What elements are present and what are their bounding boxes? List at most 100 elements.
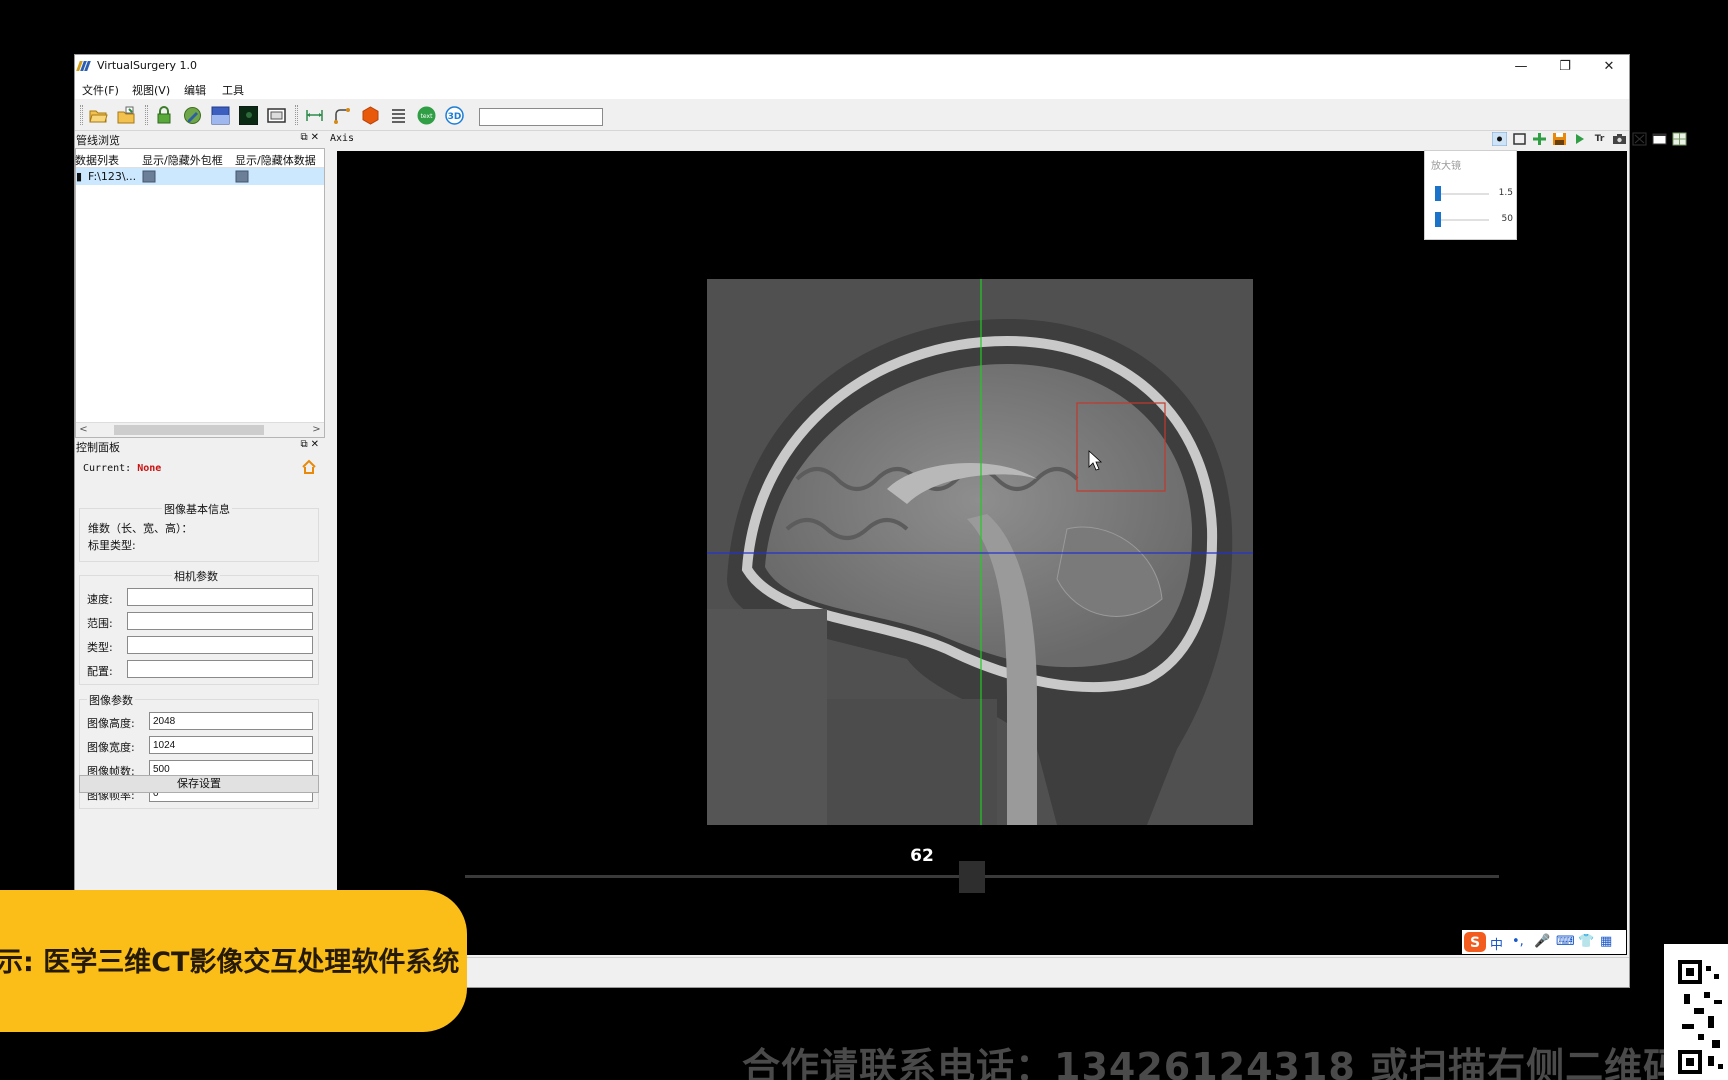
type-field[interactable] bbox=[127, 636, 313, 654]
bbox-toggle-icon[interactable] bbox=[142, 170, 156, 183]
window-icon[interactable] bbox=[1652, 132, 1667, 146]
lock-icon[interactable] bbox=[155, 106, 174, 125]
home-icon[interactable] bbox=[301, 459, 317, 475]
save-settings-button[interactable]: 保存设置 bbox=[79, 775, 319, 793]
caption-banner: 示: 医学三维CT影像交互处理软件系统 bbox=[0, 890, 467, 1032]
slice-slider-handle[interactable] bbox=[958, 861, 985, 893]
camera-icon[interactable] bbox=[1612, 132, 1627, 146]
image-params-title: 图像参数 bbox=[87, 692, 135, 708]
menu-bar: 文件(F) 视图(V) 编辑 工具 bbox=[75, 79, 1629, 99]
scroll-thumb[interactable] bbox=[114, 425, 264, 435]
layers-icon[interactable] bbox=[211, 106, 230, 125]
column-toggle-volume[interactable]: 显示/隐藏体数据 bbox=[235, 152, 316, 168]
mri-slice-image[interactable] bbox=[707, 279, 1253, 825]
skin-icon[interactable]: 👕 bbox=[1578, 934, 1594, 949]
menu-edit[interactable]: 编辑 bbox=[184, 82, 206, 98]
rectangle-icon[interactable] bbox=[1512, 132, 1527, 146]
camera-params-group: 相机参数 速度: 范围: 类型: 配置: bbox=[79, 568, 319, 685]
column-data-list[interactable]: 数据列表 bbox=[75, 152, 119, 168]
app-window: VirtualSurgery 1.0 — ❐ ✕ 文件(F) 视图(V) 编辑 … bbox=[74, 54, 1687, 988]
minimize-button[interactable]: — bbox=[1499, 55, 1543, 79]
image-width-label: 图像宽度: bbox=[87, 741, 135, 754]
point-icon[interactable] bbox=[1492, 132, 1507, 146]
list-icon[interactable] bbox=[389, 106, 408, 125]
menu-file[interactable]: 文件(F) bbox=[82, 82, 119, 98]
zoom-slider-handle[interactable] bbox=[1435, 186, 1441, 201]
3d-icon[interactable]: 3D bbox=[445, 106, 464, 125]
ruler-icon[interactable] bbox=[305, 106, 324, 125]
text-icon[interactable]: Tr bbox=[1592, 132, 1607, 146]
ime-punct[interactable]: •, bbox=[1512, 934, 1524, 949]
fit-icon[interactable] bbox=[1632, 132, 1647, 146]
menu-tools[interactable]: 工具 bbox=[222, 82, 244, 98]
size-slider-handle[interactable] bbox=[1435, 212, 1441, 227]
hexagon-icon[interactable] bbox=[361, 106, 380, 125]
save-icon[interactable] bbox=[1552, 132, 1567, 146]
column-toggle-bbox[interactable]: 显示/隐藏外包框 bbox=[142, 152, 223, 168]
volume-toggle-icon[interactable] bbox=[235, 170, 249, 183]
pipeline-panel-title: 管线浏览 bbox=[76, 134, 120, 147]
pipeline-panel-header: 管线浏览 ⧉✕ bbox=[75, 131, 325, 148]
ime-lang[interactable]: 中 bbox=[1490, 934, 1503, 953]
dark-screen-icon[interactable] bbox=[239, 106, 258, 125]
svg-text:S: S bbox=[1470, 935, 1480, 951]
toolbar-grip[interactable] bbox=[80, 105, 83, 125]
control-panel: Current: None 图像基本信息 维数（长、宽、高）： 标里类型: 相机… bbox=[75, 455, 325, 910]
microphone-icon[interactable]: 🎤 bbox=[1534, 934, 1550, 949]
menu-view[interactable]: 视图(V) bbox=[132, 82, 170, 98]
contact-watermark: 合作请联系电话：13426124318 或扫描右侧二维码 bbox=[742, 1045, 1683, 1080]
tree-row[interactable]: ▮ F:\123\... bbox=[76, 168, 324, 185]
tree-header: 数据列表 显示/隐藏外包框 显示/隐藏体数据 bbox=[75, 149, 324, 168]
scalar-type-label: 标里类型: bbox=[88, 539, 136, 552]
frame-icon[interactable] bbox=[267, 106, 286, 125]
cropped-region bbox=[707, 609, 827, 825]
qr-code-icon bbox=[1664, 944, 1728, 1080]
range-field[interactable] bbox=[127, 612, 313, 630]
app-logo-icon bbox=[76, 61, 91, 71]
status-bar bbox=[329, 957, 1629, 987]
crosshair-add-icon[interactable] bbox=[1532, 132, 1547, 146]
scroll-right-icon[interactable]: > bbox=[309, 423, 324, 437]
zoom-slider-track[interactable] bbox=[1437, 193, 1489, 195]
magnifier-panel: 放大镜 1.5 50 bbox=[1424, 150, 1517, 240]
play-icon[interactable] bbox=[1572, 132, 1587, 146]
grid-icon[interactable] bbox=[1672, 132, 1687, 146]
close-button[interactable]: ✕ bbox=[1587, 55, 1631, 79]
text-badge-label: text bbox=[421, 113, 433, 120]
pencil-icon[interactable] bbox=[183, 106, 202, 125]
restore-button[interactable]: ❐ bbox=[1543, 55, 1587, 79]
image-viewport[interactable]: 62 bbox=[337, 151, 1627, 955]
config-label: 配置: bbox=[87, 665, 113, 678]
speed-field[interactable] bbox=[127, 588, 313, 606]
config-field[interactable] bbox=[127, 660, 313, 678]
viewer-header: Axis Tr bbox=[329, 131, 1687, 147]
toolbar-separator bbox=[295, 105, 298, 125]
scroll-left-icon[interactable]: < bbox=[76, 423, 91, 437]
sogou-logo-icon[interactable]: S bbox=[1464, 932, 1486, 952]
size-value: 50 bbox=[1501, 214, 1513, 224]
panel-float-close-icons[interactable]: ⧉✕ bbox=[300, 439, 322, 450]
pipeline-tree: 数据列表 显示/隐藏外包框 显示/隐藏体数据 ▮ F:\123\... < > bbox=[75, 148, 325, 438]
toolbar-input[interactable] bbox=[479, 108, 603, 126]
current-value: None bbox=[137, 463, 162, 474]
magnifier-title: 放大镜 bbox=[1431, 161, 1461, 172]
ime-toolbar: S 中 •, 🎤 ⌨ 👕 ▦ bbox=[1462, 930, 1626, 954]
image-height-label: 图像高度: bbox=[87, 717, 135, 730]
panel-float-close-icons[interactable]: ⧉✕ bbox=[300, 132, 322, 143]
open-file-icon[interactable] bbox=[117, 106, 136, 125]
current-label: Current: None bbox=[83, 463, 162, 474]
toolbar-separator bbox=[145, 105, 148, 125]
keyboard-icon[interactable]: ⌨ bbox=[1556, 934, 1575, 949]
size-slider-track[interactable] bbox=[1437, 219, 1489, 221]
toolbox-icon[interactable]: ▦ bbox=[1600, 934, 1612, 949]
tree-horizontal-scrollbar[interactable]: < > bbox=[76, 422, 324, 437]
caption-banner-text: 示: 医学三维CT影像交互处理软件系统 bbox=[0, 947, 460, 978]
image-width-field[interactable] bbox=[149, 736, 313, 754]
main-toolbar: text 3D bbox=[75, 99, 1629, 131]
image-height-field[interactable] bbox=[149, 712, 313, 730]
control-panel-header: 控制面板 ⧉✕ bbox=[75, 438, 325, 455]
text-badge-icon[interactable]: text bbox=[417, 106, 436, 125]
curve-icon[interactable] bbox=[333, 106, 352, 125]
viewer-title: Axis bbox=[330, 133, 355, 144]
open-folder-icon[interactable] bbox=[89, 106, 108, 125]
